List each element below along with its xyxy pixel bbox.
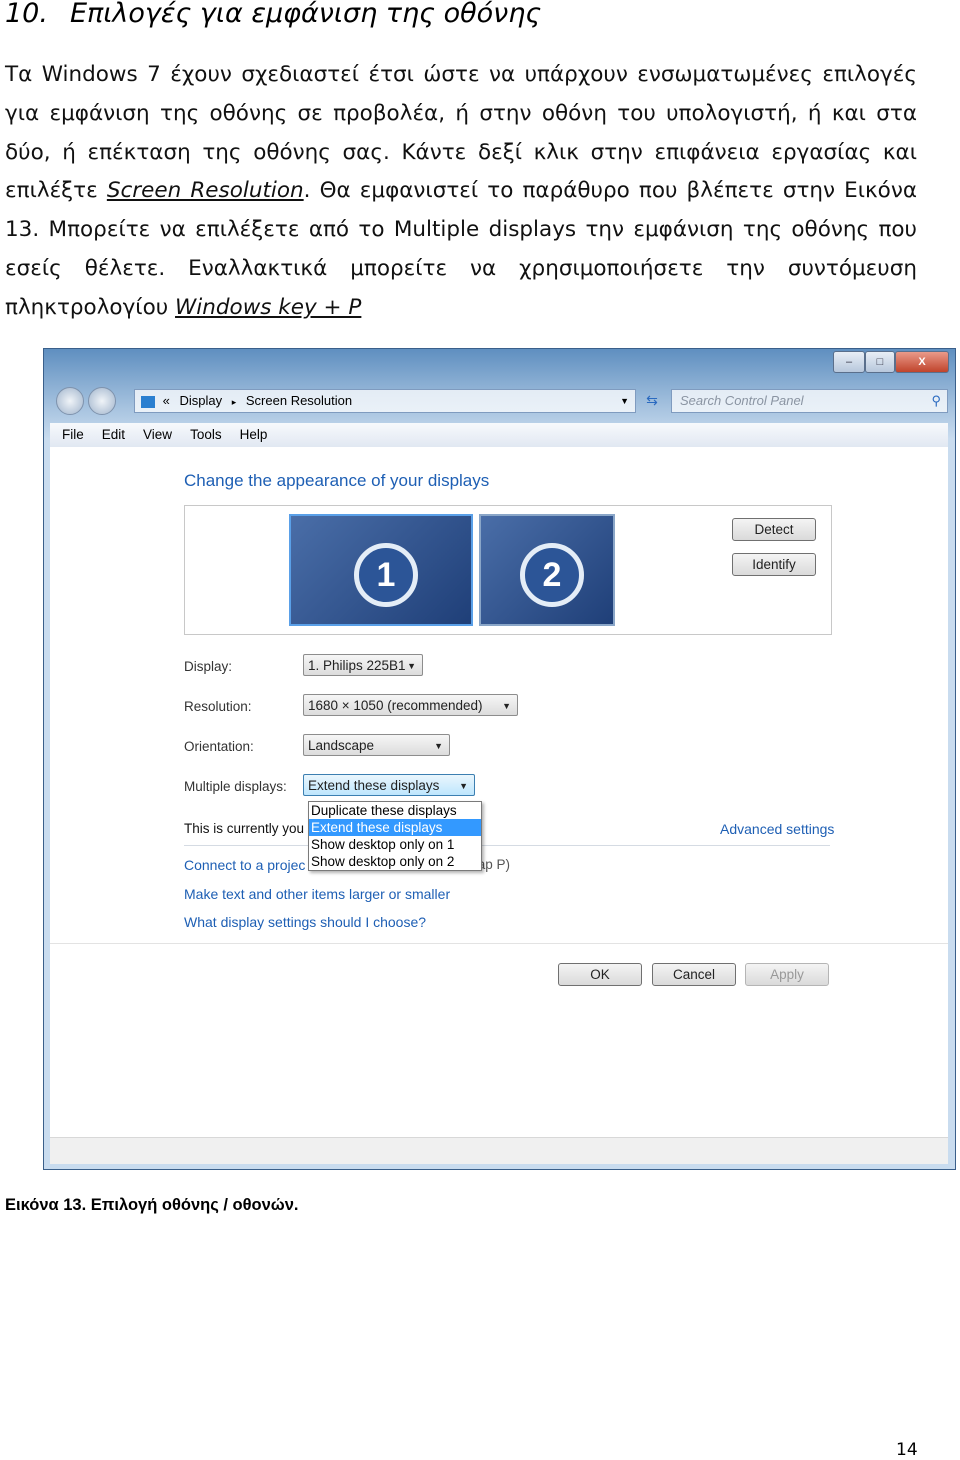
monitor-2[interactable]: 2 [479,514,615,626]
monitor-2-number: 2 [520,543,584,607]
shortcut-term: Windows key + P [175,294,362,320]
section-heading: 10. Επιλογές για εμφάνιση της οθόνης [5,0,541,29]
chevron-down-icon: ▼ [459,781,468,791]
chevron-down-icon: ▼ [502,701,511,711]
resolution-select[interactable]: 1680 × 1050 (recommended) ▼ [303,694,518,716]
multiple-displays-dropdown: Duplicate these displays Extend these di… [308,801,482,871]
heading-number: 10. [5,0,48,29]
text-size-link[interactable]: Make text and other items larger or smal… [184,886,450,902]
screen-resolution-window: – □ X « Display ▸ Screen Resolution ▼ ⇆ … [43,348,956,1170]
display-help-link[interactable]: What display settings should I choose? [184,914,426,930]
breadcrumb-screen-resolution[interactable]: Screen Resolution [246,393,352,408]
ok-button[interactable]: OK [558,963,642,986]
option-extend[interactable]: Extend these displays [309,819,481,836]
identify-button[interactable]: Identify [732,553,816,576]
refresh-icon[interactable]: ⇆ [640,389,664,411]
option-show-only-2[interactable]: Show desktop only on 2 [309,853,481,870]
menu-tools[interactable]: Tools [190,427,222,442]
detect-button[interactable]: Detect [732,518,816,541]
overflow-chevron[interactable]: « [163,393,170,408]
forward-button[interactable] [88,387,116,415]
content-pane: Change the appearance of your displays 1… [50,447,948,1137]
dropdown-arrow-icon[interactable]: ▼ [620,390,629,412]
monitor-preview: 1 2 Detect Identify [184,505,832,635]
resolution-label: Resolution: [184,699,252,714]
divider [184,845,830,846]
multiple-displays-value: Extend these displays [308,778,440,793]
search-placeholder: Search Control Panel [680,393,804,408]
display-select[interactable]: 1. Philips 225B1 ▼ [303,654,423,676]
cancel-button[interactable]: Cancel [652,963,736,986]
divider [50,943,948,944]
minimize-button[interactable]: – [833,351,865,373]
back-button[interactable] [56,387,84,415]
menu-view[interactable]: View [143,427,172,442]
page-title: Change the appearance of your displays [184,471,490,490]
breadcrumb-display[interactable]: Display [179,393,222,408]
multiple-displays-label: Multiple displays: [184,779,287,794]
heading-title: Επιλογές για εμφάνιση της οθόνης [69,0,542,29]
close-button[interactable]: X [895,351,949,373]
control-panel-icon [141,395,155,408]
menu-file[interactable]: File [62,427,84,442]
breadcrumb-arrow-icon[interactable]: ▸ [232,397,237,407]
display-value: 1. Philips 225B1 [308,658,406,673]
monitor-1-number: 1 [354,543,418,607]
monitor-1[interactable]: 1 [289,514,473,626]
multiple-displays-select[interactable]: Extend these displays ▼ [303,774,475,796]
figure-caption: Εικόνα 13. Επιλογή οθόνης / οθονών. [5,1196,299,1214]
body-paragraph: Τα Windows 7 έχουν σχεδιαστεί έτσι ώστε … [5,56,917,328]
advanced-settings-link[interactable]: Advanced settings [720,821,834,837]
menu-help[interactable]: Help [240,427,268,442]
chevron-down-icon: ▼ [434,741,443,751]
connect-projector-link[interactable]: Connect to a projec [184,857,305,873]
current-display-text: This is currently you [184,821,305,836]
search-icon[interactable]: ⚲ [931,390,941,412]
orientation-value: Landscape [308,738,375,753]
resolution-value: 1680 × 1050 (recommended) [308,698,483,713]
status-bar [50,1137,948,1164]
menu-bar: File Edit View Tools Help [50,423,948,447]
chevron-down-icon: ▼ [407,661,416,671]
page-number: 14 [896,1440,918,1460]
menu-edit[interactable]: Edit [102,427,125,442]
option-duplicate[interactable]: Duplicate these displays [309,802,481,819]
search-input[interactable]: Search Control Panel ⚲ [671,389,948,413]
orientation-label: Orientation: [184,739,254,754]
display-label: Display: [184,659,233,674]
maximize-button[interactable]: □ [865,351,895,373]
orientation-select[interactable]: Landscape ▼ [303,734,450,756]
address-bar[interactable]: « Display ▸ Screen Resolution ▼ [134,389,636,413]
screen-resolution-term: Screen Resolution [106,178,304,204]
apply-button[interactable]: Apply [745,963,829,986]
option-show-only-1[interactable]: Show desktop only on 1 [309,836,481,853]
